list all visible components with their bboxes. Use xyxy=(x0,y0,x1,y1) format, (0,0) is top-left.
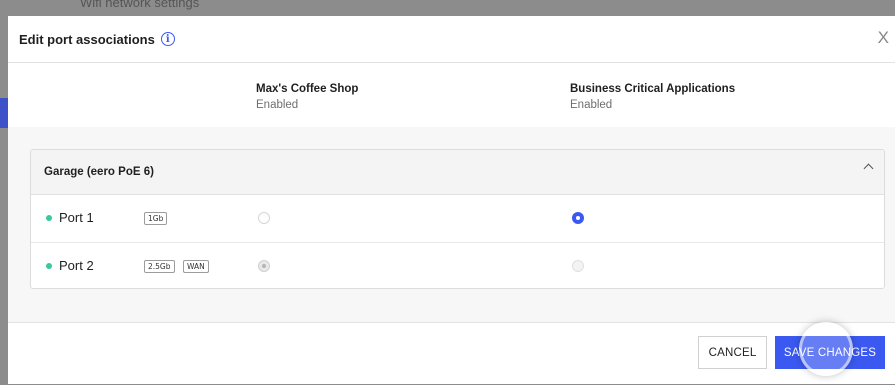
port-2-network-1-radio xyxy=(258,260,270,272)
network-column-business-critical: Business Critical Applications Enabled xyxy=(570,83,735,111)
modal-title: Edit port associations xyxy=(19,31,155,47)
port-row-2: Port 2 2.5Gb WAN xyxy=(31,243,884,288)
port-speed-tag: 2.5Gb xyxy=(144,260,175,273)
port-label: Port 2 xyxy=(59,258,94,273)
network-name: Business Critical Applications xyxy=(570,83,736,95)
status-dot xyxy=(46,215,52,221)
port-1-network-2-radio[interactable] xyxy=(572,212,584,224)
networks-header: Max's Coffee Shop Enabled Business Criti… xyxy=(8,63,895,128)
network-status: Enabled xyxy=(256,99,299,111)
chevron-up-icon[interactable] xyxy=(863,163,874,174)
modal-footer: CANCEL SAVE CHANGES xyxy=(8,322,895,385)
network-name: Max's Coffee Shop xyxy=(256,83,359,95)
device-card: Garage (eero PoE 6) Port 1 1Gb Port 2 2.… xyxy=(30,149,885,289)
modal-header: Edit port associations i X xyxy=(8,16,895,63)
click-indicator xyxy=(799,322,853,376)
network-column-max-coffee-shop: Max's Coffee Shop Enabled xyxy=(256,83,358,111)
port-1-network-1-radio[interactable] xyxy=(258,212,270,224)
background-nav-accent xyxy=(0,98,8,128)
close-icon[interactable]: X xyxy=(878,28,889,48)
device-header[interactable]: Garage (eero PoE 6) xyxy=(31,150,884,195)
port-speed-tag: 1Gb xyxy=(144,212,168,225)
background-page-title: Wifi network settings xyxy=(80,0,200,10)
device-name: Garage (eero PoE 6) xyxy=(44,166,154,178)
port-row-1: Port 1 1Gb xyxy=(31,195,884,243)
network-status: Enabled xyxy=(570,99,613,111)
port-wan-tag: WAN xyxy=(183,260,209,273)
port-2-network-2-radio xyxy=(572,260,584,272)
info-icon[interactable]: i xyxy=(160,32,175,46)
cancel-button[interactable]: CANCEL xyxy=(698,336,767,369)
status-dot xyxy=(46,263,52,269)
edit-port-associations-modal: Edit port associations i X Max's Coffee … xyxy=(8,16,895,384)
port-label: Port 1 xyxy=(59,210,94,225)
